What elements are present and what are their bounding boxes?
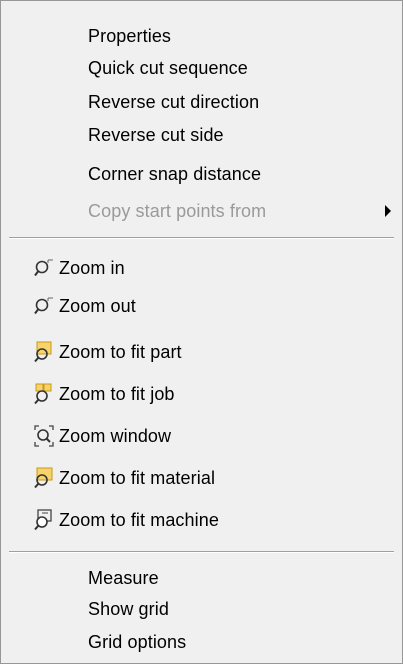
menu-separator bbox=[9, 551, 394, 553]
zoom-out-icon bbox=[33, 295, 55, 317]
menu-item-label: Zoom to fit material bbox=[59, 467, 216, 488]
menu-item-label: Grid options bbox=[88, 631, 187, 652]
zoom-fit-machine-icon bbox=[33, 509, 55, 531]
menu-item-show-grid[interactable]: Show grid bbox=[2, 592, 401, 626]
menu-item-label: Zoom to fit machine bbox=[59, 509, 219, 530]
submenu-arrow-icon bbox=[385, 205, 391, 217]
zoom-fit-material-icon bbox=[33, 467, 55, 489]
menu-item-label: Zoom out bbox=[59, 295, 136, 316]
menu-item-reverse-cut-side[interactable]: Reverse cut side bbox=[2, 118, 401, 152]
menu-item-label: Show grid bbox=[88, 598, 169, 619]
menu-item-measure[interactable]: Measure bbox=[2, 561, 401, 595]
menu-item-zoom-to-fit-material[interactable]: Zoom to fit material bbox=[2, 461, 401, 495]
menu-item-zoom-to-fit-job[interactable]: Zoom to fit job bbox=[2, 377, 401, 411]
menu-item-properties[interactable]: Properties bbox=[2, 19, 401, 53]
menu-item-label: Quick cut sequence bbox=[88, 57, 248, 78]
menu-item-label: Zoom to fit part bbox=[59, 341, 182, 362]
zoom-fit-job-icon bbox=[33, 383, 55, 405]
zoom-in-icon bbox=[33, 257, 55, 279]
menu-separator bbox=[9, 237, 394, 239]
zoom-fit-part-icon bbox=[33, 341, 55, 363]
menu-item-zoom-out[interactable]: Zoom out bbox=[2, 289, 401, 323]
menu-item-label: Zoom to fit job bbox=[59, 383, 175, 404]
menu-item-label: Zoom in bbox=[59, 257, 125, 278]
menu-item-zoom-to-fit-part[interactable]: Zoom to fit part bbox=[2, 335, 401, 369]
menu-item-copy-start-points-from: Copy start points from bbox=[2, 194, 401, 228]
menu-item-label: Corner snap distance bbox=[88, 163, 262, 184]
menu-item-label: Copy start points from bbox=[88, 200, 267, 221]
menu-item-reverse-cut-direction[interactable]: Reverse cut direction bbox=[2, 85, 401, 119]
menu-item-label: Properties bbox=[88, 25, 172, 46]
menu-item-label: Reverse cut side bbox=[88, 124, 224, 145]
menu-item-label: Reverse cut direction bbox=[88, 91, 260, 112]
menu-item-label: Measure bbox=[88, 567, 159, 588]
context-menu: Properties Quick cut sequence Reverse cu… bbox=[0, 0, 403, 664]
menu-item-quick-cut-sequence[interactable]: Quick cut sequence bbox=[2, 51, 401, 85]
menu-item-label: Zoom window bbox=[59, 425, 172, 446]
menu-item-zoom-to-fit-machine[interactable]: Zoom to fit machine bbox=[2, 503, 401, 537]
menu-item-zoom-in[interactable]: Zoom in bbox=[2, 251, 401, 285]
menu-item-grid-options[interactable]: Grid options bbox=[2, 625, 401, 659]
menu-item-corner-snap-distance[interactable]: Corner snap distance bbox=[2, 157, 401, 191]
zoom-window-icon bbox=[33, 425, 55, 447]
menu-item-zoom-window[interactable]: Zoom window bbox=[2, 419, 401, 453]
